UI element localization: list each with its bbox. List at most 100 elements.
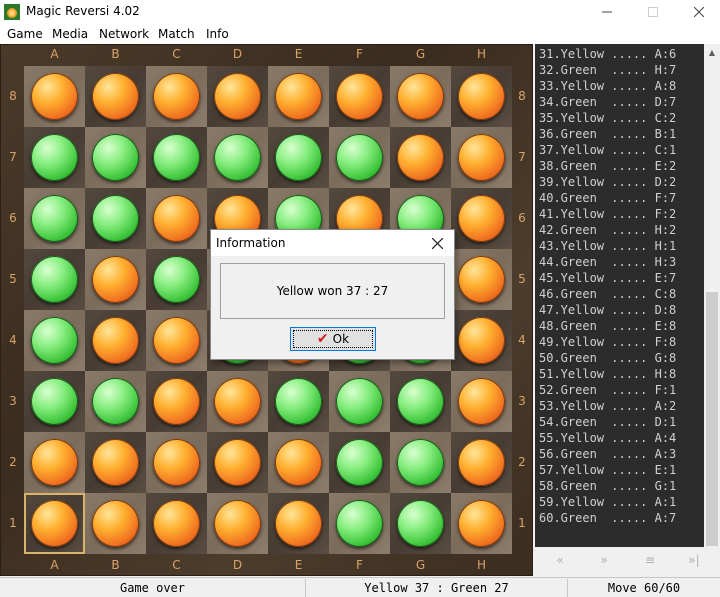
board-cell-c7[interactable]	[146, 127, 207, 188]
history-row[interactable]: 46.Green ..... C:8	[537, 286, 703, 302]
board-cell-a6[interactable]	[24, 188, 85, 249]
history-row[interactable]: 33.Yellow ..... A:8	[537, 78, 703, 94]
history-row[interactable]: 51.Yellow ..... H:8	[537, 366, 703, 382]
history-row[interactable]: 40.Green ..... F:7	[537, 190, 703, 206]
next-move-icon[interactable]: »	[593, 553, 615, 571]
menu-media[interactable]: Media	[52, 27, 88, 41]
board-cell-e3[interactable]	[268, 371, 329, 432]
board-cell-a8[interactable]	[24, 66, 85, 127]
board-cell-c4[interactable]	[146, 310, 207, 371]
board-cell-g7[interactable]	[390, 127, 451, 188]
board-cell-g2[interactable]	[390, 432, 451, 493]
history-row[interactable]: 57.Yellow ..... E:1	[537, 462, 703, 478]
history-row[interactable]: 48.Green ..... E:8	[537, 318, 703, 334]
board-cell-d1[interactable]	[207, 493, 268, 554]
board-cell-h5[interactable]	[451, 249, 512, 310]
scroll-thumb[interactable]	[706, 292, 718, 546]
history-row[interactable]: 58.Green ..... G:1	[537, 478, 703, 494]
menu-game[interactable]: Game	[7, 27, 43, 41]
board-cell-d7[interactable]	[207, 127, 268, 188]
history-row[interactable]: 34.Green ..... D:7	[537, 94, 703, 110]
board-cell-h7[interactable]	[451, 127, 512, 188]
first-move-icon[interactable]: «	[549, 553, 571, 571]
collapse-icon[interactable]: ≡	[639, 553, 661, 571]
dialog-close-button[interactable]	[425, 232, 449, 254]
board-cell-f2[interactable]	[329, 432, 390, 493]
board-cell-b1[interactable]	[85, 493, 146, 554]
board-cell-b4[interactable]	[85, 310, 146, 371]
board-cell-g8[interactable]	[390, 66, 451, 127]
green-disc	[153, 134, 200, 181]
board-cell-f8[interactable]	[329, 66, 390, 127]
history-row[interactable]: 43.Yellow ..... H:1	[537, 238, 703, 254]
history-row[interactable]: 42.Green ..... H:2	[537, 222, 703, 238]
board-cell-g1[interactable]	[390, 493, 451, 554]
board-cell-h3[interactable]	[451, 371, 512, 432]
history-row[interactable]: 45.Yellow ..... E:7	[537, 270, 703, 286]
board-cell-h8[interactable]	[451, 66, 512, 127]
board-cell-a1[interactable]	[24, 493, 85, 554]
history-row[interactable]: 59.Yellow ..... A:1	[537, 494, 703, 510]
board-cell-a4[interactable]	[24, 310, 85, 371]
history-row[interactable]: 44.Green ..... H:3	[537, 254, 703, 270]
history-row[interactable]: 49.Yellow ..... F:8	[537, 334, 703, 350]
history-row[interactable]: 31.Yellow ..... A:6	[537, 46, 703, 62]
board-cell-f7[interactable]	[329, 127, 390, 188]
history-row[interactable]: 38.Green ..... E:2	[537, 158, 703, 174]
history-row[interactable]: 55.Yellow ..... A:4	[537, 430, 703, 446]
board-cell-c6[interactable]	[146, 188, 207, 249]
board-cell-a7[interactable]	[24, 127, 85, 188]
board-cell-b2[interactable]	[85, 432, 146, 493]
scroll-up-icon[interactable]: ▲	[704, 44, 720, 60]
history-row[interactable]: 52.Green ..... F:1	[537, 382, 703, 398]
board-cell-h2[interactable]	[451, 432, 512, 493]
menu-match[interactable]: Match	[158, 27, 195, 41]
board-cell-c3[interactable]	[146, 371, 207, 432]
board-cell-c8[interactable]	[146, 66, 207, 127]
menu-info[interactable]: Info	[206, 27, 229, 41]
board-cell-b6[interactable]	[85, 188, 146, 249]
board-cell-a3[interactable]	[24, 371, 85, 432]
board-cell-c5[interactable]	[146, 249, 207, 310]
board-cell-h4[interactable]	[451, 310, 512, 371]
history-scrollbar[interactable]: ▲	[704, 44, 720, 547]
board-cell-b3[interactable]	[85, 371, 146, 432]
board-cell-d3[interactable]	[207, 371, 268, 432]
maximize-button[interactable]	[630, 0, 676, 24]
history-row[interactable]: 35.Yellow ..... C:2	[537, 110, 703, 126]
board-cell-f3[interactable]	[329, 371, 390, 432]
board-cell-b8[interactable]	[85, 66, 146, 127]
board-cell-h6[interactable]	[451, 188, 512, 249]
board-cell-f1[interactable]	[329, 493, 390, 554]
board-cell-c1[interactable]	[146, 493, 207, 554]
board-cell-e8[interactable]	[268, 66, 329, 127]
history-row[interactable]: 50.Green ..... G:8	[537, 350, 703, 366]
board-cell-b5[interactable]	[85, 249, 146, 310]
history-row[interactable]: 37.Yellow ..... C:1	[537, 142, 703, 158]
menu-network[interactable]: Network	[99, 27, 149, 41]
history-row[interactable]: 60.Green ..... A:7	[537, 510, 703, 526]
history-row[interactable]: 32.Green ..... H:7	[537, 62, 703, 78]
last-move-icon[interactable]: »|	[683, 553, 705, 571]
history-row[interactable]: 56.Green ..... A:3	[537, 446, 703, 462]
history-row[interactable]: 36.Green ..... B:1	[537, 126, 703, 142]
minimize-button[interactable]	[584, 0, 630, 24]
history-row[interactable]: 53.Yellow ..... A:2	[537, 398, 703, 414]
board-cell-e1[interactable]	[268, 493, 329, 554]
board-cell-h1[interactable]	[451, 493, 512, 554]
ok-button[interactable]: ✔ Ok	[290, 327, 376, 351]
board-cell-a2[interactable]	[24, 432, 85, 493]
close-button[interactable]	[676, 0, 720, 24]
board-cell-d8[interactable]	[207, 66, 268, 127]
history-row[interactable]: 41.Yellow ..... F:2	[537, 206, 703, 222]
board-cell-e7[interactable]	[268, 127, 329, 188]
board-cell-c2[interactable]	[146, 432, 207, 493]
board-cell-e2[interactable]	[268, 432, 329, 493]
history-row[interactable]: 47.Yellow ..... D:8	[537, 302, 703, 318]
board-cell-b7[interactable]	[85, 127, 146, 188]
history-row[interactable]: 54.Green ..... D:1	[537, 414, 703, 430]
board-cell-d2[interactable]	[207, 432, 268, 493]
history-row[interactable]: 39.Yellow ..... D:2	[537, 174, 703, 190]
board-cell-g3[interactable]	[390, 371, 451, 432]
board-cell-a5[interactable]	[24, 249, 85, 310]
